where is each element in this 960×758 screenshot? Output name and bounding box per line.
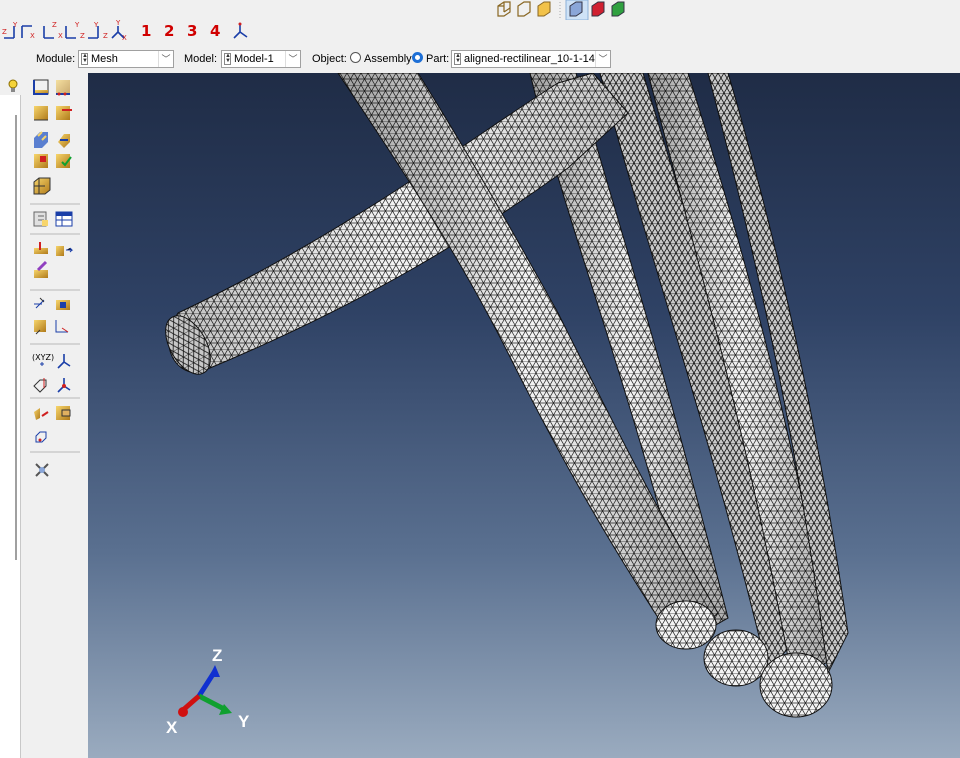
view-cycle-icon[interactable] bbox=[230, 21, 250, 41]
assembly-radio[interactable] bbox=[350, 52, 361, 63]
module-value: Mesh bbox=[91, 53, 118, 65]
tools-a-icon bbox=[34, 320, 46, 335]
model-value: Model-1 bbox=[234, 53, 274, 65]
tools-settings-icon bbox=[35, 463, 49, 477]
z-axis-label: Z bbox=[212, 646, 222, 665]
view-3-button[interactable]: 3 bbox=[187, 22, 197, 40]
render-toolbar bbox=[488, 0, 643, 21]
model-tree-strip[interactable] bbox=[0, 95, 21, 758]
y-axis-label: Y bbox=[238, 712, 250, 731]
mesh-part-icon bbox=[34, 154, 48, 168]
element-type-icon bbox=[58, 134, 70, 148]
svg-text:Z: Z bbox=[52, 21, 57, 29]
create-set-icon bbox=[56, 300, 70, 310]
edit-geometry-icon bbox=[34, 260, 48, 278]
create-datum-icon bbox=[34, 297, 45, 309]
seed-part-icon bbox=[33, 79, 49, 95]
svg-text:X: X bbox=[30, 32, 35, 40]
svg-text:Y: Y bbox=[115, 20, 121, 27]
seed-edge-icon bbox=[56, 80, 70, 96]
wireframe-icon bbox=[497, 1, 511, 17]
partition-cell-icon bbox=[56, 246, 74, 256]
model-select[interactable]: ▲ ▼ Model-1 ﹀ bbox=[221, 50, 301, 68]
object-label: Object: bbox=[312, 53, 347, 65]
top-toolbar: YZX ZX YZ YZ YX 1 2 3 4 bbox=[0, 0, 960, 48]
context-bar: Module: ▲ ▼ Mesh ﹀ Model: ▲ ▼ Model-1 ﹀ Ob… bbox=[0, 47, 960, 73]
part-value: aligned-rectilinear_10-1-14 bbox=[464, 53, 595, 65]
edge-bias-icon bbox=[56, 106, 72, 120]
tools-b-icon bbox=[55, 320, 69, 333]
svg-text:X: X bbox=[122, 34, 127, 42]
svg-text:Z: Z bbox=[2, 28, 7, 36]
scrollbar[interactable] bbox=[15, 115, 17, 560]
datum-axis-icon bbox=[57, 354, 71, 369]
datum-plane-icon bbox=[33, 378, 47, 393]
mesh-green-icon bbox=[611, 1, 625, 17]
mesh-toolbox[interactable]: (XYZ) bbox=[30, 76, 86, 491]
graphics-viewport[interactable]: Z Y X bbox=[88, 73, 960, 758]
chevron-down-icon: ﹀ bbox=[158, 51, 173, 67]
virtual-topology-icon bbox=[35, 431, 47, 443]
spin-icon: ▲ ▼ bbox=[81, 53, 88, 65]
spin-icon: ▲ ▼ bbox=[454, 53, 461, 65]
render-style-icons[interactable] bbox=[488, 0, 643, 21]
chevron-down-icon: ﹀ bbox=[595, 51, 610, 67]
datum-point-icon: (XYZ) bbox=[32, 353, 54, 366]
svg-text:X: X bbox=[58, 32, 63, 40]
view-2-button[interactable]: 2 bbox=[164, 22, 174, 40]
x-axis-label: X bbox=[166, 718, 178, 737]
view-orientation-toolbar[interactable]: YZ X ZX YZ YZ YX bbox=[0, 20, 140, 42]
part-select[interactable]: ▲ ▼ aligned-rectilinear_10-1-14 ﹀ bbox=[451, 50, 611, 68]
hidden-lines-icon bbox=[517, 1, 531, 17]
svg-text:Y: Y bbox=[93, 21, 99, 29]
mesh-region-icon bbox=[33, 177, 51, 195]
fiber-bundle bbox=[165, 73, 849, 718]
part-radio[interactable] bbox=[412, 52, 423, 63]
view-4-button[interactable]: 4 bbox=[210, 22, 220, 40]
mesh-model[interactable]: Z Y X bbox=[88, 73, 960, 758]
axis-triad: Z Y X bbox=[166, 646, 250, 737]
svg-text:Z: Z bbox=[80, 32, 85, 40]
part-label: Part: bbox=[426, 53, 450, 65]
assign-mesh-icon bbox=[34, 408, 49, 420]
y-axis bbox=[197, 693, 228, 713]
partition-face-icon bbox=[34, 242, 48, 254]
delete-seed-icon bbox=[34, 106, 48, 121]
assembly-label: Assembly bbox=[364, 53, 412, 65]
orphan-mesh-icon bbox=[56, 406, 71, 420]
mesh-controls-icon bbox=[34, 131, 48, 148]
verify-mesh-icon bbox=[56, 154, 72, 168]
mesh-highlight-icon bbox=[591, 1, 605, 17]
assign-stack-icon bbox=[33, 211, 48, 227]
query-table-icon bbox=[55, 211, 73, 227]
module-label: Module: bbox=[36, 53, 76, 65]
lightbulb-icon[interactable] bbox=[6, 78, 20, 94]
svg-text:Y: Y bbox=[74, 21, 80, 29]
model-label: Model: bbox=[184, 53, 218, 65]
svg-text:(XYZ): (XYZ) bbox=[32, 353, 54, 362]
svg-text:Y: Y bbox=[12, 21, 18, 29]
view-1-button[interactable]: 1 bbox=[141, 22, 151, 40]
datum-csys-icon bbox=[57, 378, 71, 393]
shaded-icon bbox=[537, 1, 551, 17]
svg-text:Z: Z bbox=[103, 32, 108, 40]
module-select[interactable]: ▲ ▼ Mesh ﹀ bbox=[78, 50, 174, 68]
spin-icon: ▲ ▼ bbox=[224, 53, 231, 65]
chevron-down-icon: ﹀ bbox=[285, 51, 300, 67]
